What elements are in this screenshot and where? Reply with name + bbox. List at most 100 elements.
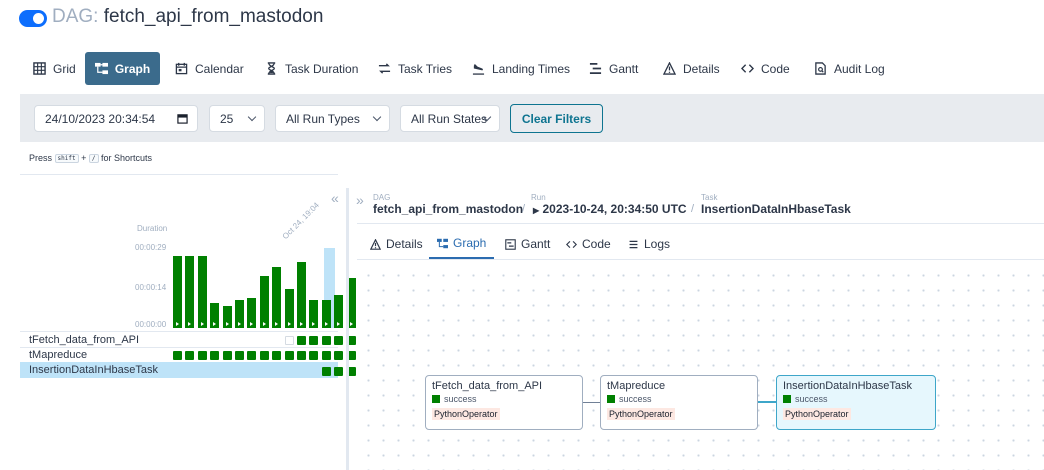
run-duration-bar[interactable] — [210, 303, 219, 328]
swap-icon — [378, 63, 391, 74]
breadcrumb-run-value: 2023-10-24, 20:34:50 UTC — [542, 202, 687, 216]
tab-gantt[interactable]: Gantt — [497, 229, 558, 259]
run-duration-bar[interactable] — [334, 295, 343, 328]
graph-node-selected[interactable]: InsertionDataInHbaseTask success PythonO… — [776, 375, 936, 430]
nav-task-tries[interactable]: Task Tries — [369, 52, 461, 85]
breadcrumb-run[interactable]: ▶ 2023-10-24, 20:34:50 UTC — [533, 202, 687, 216]
run-states-value: All Run States — [411, 111, 488, 126]
grid-task-row-selected[interactable]: InsertionDataInHbaseTask — [20, 362, 338, 378]
calendar-picker-icon[interactable] — [177, 113, 188, 124]
nav-grid[interactable]: Grid — [24, 52, 85, 85]
task-instance-square[interactable] — [285, 351, 294, 360]
tab-logs[interactable]: Logs — [620, 229, 678, 259]
code-icon — [566, 240, 577, 248]
task-instance-square[interactable] — [185, 351, 194, 360]
run-duration-bar[interactable] — [272, 267, 281, 328]
breadcrumb-task[interactable]: InsertionDataInHbaseTask — [701, 202, 851, 216]
nav-task-duration[interactable]: Task Duration — [256, 52, 367, 85]
nav-code[interactable]: Code — [732, 52, 799, 85]
run-duration-bar[interactable] — [223, 306, 232, 328]
task-instance-square[interactable] — [309, 351, 318, 360]
task-instance-square[interactable] — [235, 351, 244, 360]
breadcrumb-dag-label: DAG — [373, 193, 391, 202]
task-instance-square[interactable] — [322, 351, 331, 360]
run-duration-bar[interactable] — [285, 289, 294, 328]
panel-resize-handle[interactable] — [346, 188, 349, 470]
duration-tick: 00:00:14 — [135, 283, 167, 292]
duration-tick: 00:00:00 — [135, 320, 167, 329]
task-name: tFetch_data_from_API — [29, 334, 140, 346]
nav-details[interactable]: Details — [654, 52, 729, 85]
execution-date-input[interactable]: 24/10/2023 20:34:54 — [34, 105, 198, 132]
nav-audit-log[interactable]: Audit Log — [805, 52, 894, 85]
run-duration-bar[interactable] — [173, 256, 182, 328]
task-instance-square[interactable] — [322, 367, 331, 376]
nav-calendar-label: Calendar — [195, 61, 244, 76]
tab-details-label: Details — [386, 237, 423, 251]
expand-panel-icon[interactable]: » — [356, 192, 364, 208]
task-instance-square[interactable] — [334, 351, 343, 360]
task-instance-square[interactable] — [309, 336, 318, 345]
graph-edge — [582, 402, 600, 403]
run-duration-bar[interactable] — [297, 262, 306, 328]
task-instance-square[interactable] — [247, 351, 256, 360]
task-instance-square[interactable] — [260, 351, 269, 360]
task-instance-square[interactable] — [173, 351, 182, 360]
tab-details[interactable]: Details — [362, 229, 431, 259]
run-date-label: Oct 24, 19:04 — [280, 200, 321, 241]
tab-code-label: Code — [582, 237, 611, 251]
run-duration-bar[interactable] — [247, 298, 256, 328]
graph-node[interactable]: tMapreduce success PythonOperator — [600, 375, 758, 430]
divider — [20, 174, 338, 175]
node-task-name: tMapreduce — [607, 380, 666, 392]
nav-task-duration-label: Task Duration — [285, 61, 359, 76]
run-triangle-icon: ▶ — [533, 206, 540, 215]
task-instance-square[interactable] — [223, 351, 232, 360]
tab-graph-label: Graph — [453, 236, 487, 250]
task-instance-square[interactable] — [334, 367, 343, 376]
calendar-icon — [175, 62, 188, 75]
task-instance-square[interactable] — [210, 351, 219, 360]
node-operator-badge: PythonOperator — [783, 408, 851, 420]
shortcut-suffix: for Shortcuts — [101, 153, 153, 163]
task-instance-square[interactable] — [285, 336, 294, 345]
collapse-grid-icon[interactable]: « — [331, 190, 339, 206]
node-operator-badge: PythonOperator — [432, 408, 500, 420]
nav-graph[interactable]: Graph — [85, 52, 160, 85]
task-instance-square[interactable] — [297, 336, 306, 345]
graph-canvas[interactable] — [357, 262, 1044, 470]
nav-gantt[interactable]: Gantt — [580, 52, 647, 85]
task-instance-square[interactable] — [198, 351, 207, 360]
run-duration-bar[interactable] — [235, 300, 244, 328]
task-instance-square[interactable] — [272, 351, 281, 360]
run-types-value: All Run Types — [286, 111, 360, 126]
run-duration-bar[interactable] — [309, 300, 318, 328]
breadcrumb-dag[interactable]: fetch_api_from_mastodon — [373, 202, 523, 216]
task-instance-square[interactable] — [297, 351, 306, 360]
clear-filters-button[interactable]: Clear Filters — [510, 104, 603, 133]
dag-pause-toggle[interactable] — [19, 10, 47, 27]
nav-calendar[interactable]: Calendar — [166, 52, 253, 85]
duration-axis-label: Duration — [137, 224, 168, 233]
nav-gantt-label: Gantt — [609, 61, 639, 76]
task-instance-square[interactable] — [322, 336, 331, 345]
num-runs-select[interactable]: 25 — [209, 105, 265, 132]
run-duration-bar[interactable] — [322, 300, 331, 328]
tab-graph[interactable]: Graph — [429, 229, 495, 259]
run-duration-bar[interactable] — [198, 256, 207, 328]
run-types-select[interactable]: All Run Types — [275, 105, 390, 132]
run-duration-bar[interactable] — [260, 276, 269, 328]
run-duration-bar[interactable] — [185, 256, 194, 328]
nav-landing-times[interactable]: Landing Times — [463, 52, 579, 85]
warning-triangle-icon — [370, 238, 381, 250]
graph-edge — [758, 401, 776, 403]
graph-icon — [94, 62, 108, 75]
breadcrumb-separator: / — [522, 203, 526, 215]
task-instance-square[interactable] — [334, 336, 343, 345]
graph-node[interactable]: tFetch_data_from_API success PythonOpera… — [425, 375, 583, 430]
tab-code[interactable]: Code — [558, 229, 619, 259]
node-state-label: success — [795, 394, 828, 404]
node-task-name: tFetch_data_from_API — [432, 380, 543, 392]
run-states-select[interactable]: All Run States — [400, 105, 500, 132]
graph-icon — [437, 238, 448, 248]
